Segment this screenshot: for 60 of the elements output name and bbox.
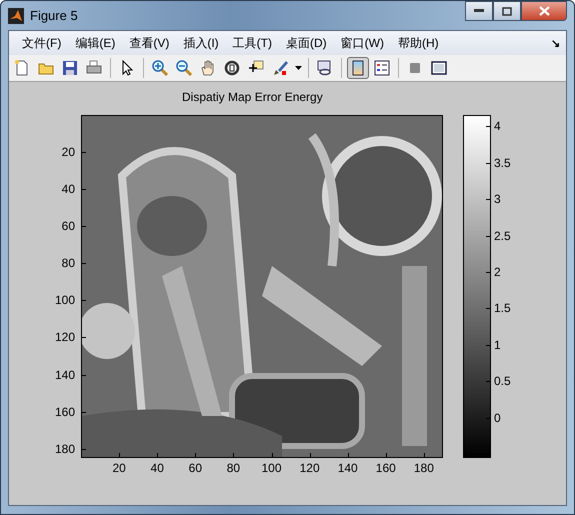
menu-item[interactable]: 窗口(W) xyxy=(334,34,391,52)
x-tick-label: 60 xyxy=(188,461,202,475)
print-icon xyxy=(86,60,102,76)
hand-icon xyxy=(200,60,216,76)
menu-item[interactable]: 编辑(E) xyxy=(68,34,122,52)
y-tick-label: 20 xyxy=(62,145,75,160)
x-tick-label: 160 xyxy=(376,461,396,475)
colorbar-tick-label: 0.5 xyxy=(494,374,511,388)
maximize-icon xyxy=(502,6,512,16)
y-tick-label: 100 xyxy=(54,293,75,308)
y-tick-label: 140 xyxy=(54,368,75,382)
new-file-icon xyxy=(14,60,30,76)
colorbar-tick-label: 2 xyxy=(494,265,501,279)
colorbar-tick-label: 4 xyxy=(494,119,501,134)
y-tick-label: 80 xyxy=(62,256,75,270)
colorbar-icon xyxy=(350,60,366,76)
menu-item[interactable]: 桌面(D) xyxy=(278,34,334,52)
menu-item[interactable]: 工具(T) xyxy=(226,34,279,52)
legend-icon xyxy=(374,60,390,76)
brush-icon xyxy=(272,60,288,76)
colorbar-tick-label: 1.5 xyxy=(494,301,511,316)
window-title: Figure 5 xyxy=(30,8,78,23)
zoom-out-icon xyxy=(176,60,192,76)
colorbar-tick-label: 3 xyxy=(494,192,501,206)
y-tick-label: 40 xyxy=(62,182,75,196)
dock-arrow[interactable]: ↘ xyxy=(551,36,560,50)
plot-title: Dispatiy Map Error Energy xyxy=(182,90,323,106)
menu-item[interactable]: 插入(I) xyxy=(176,34,226,52)
x-tick-label: 80 xyxy=(226,461,240,475)
rotate-icon xyxy=(224,60,240,76)
menu-item[interactable]: 文件(F) xyxy=(15,34,68,52)
window-icon xyxy=(431,60,447,76)
y-tick-label: 60 xyxy=(62,219,75,234)
close-button[interactable] xyxy=(521,1,567,21)
linked-plots-icon xyxy=(317,60,333,76)
save-icon xyxy=(62,60,78,76)
y-tick-label: 180 xyxy=(54,442,75,456)
zoom-in-icon xyxy=(152,60,168,76)
maximize-button[interactable] xyxy=(493,1,521,21)
x-tick-label: 140 xyxy=(338,461,358,475)
close-icon xyxy=(538,6,550,16)
x-tick-label: 40 xyxy=(150,461,164,475)
y-tick-label: 160 xyxy=(54,404,75,419)
x-tick-label: 20 xyxy=(112,461,126,475)
minimize-icon xyxy=(474,9,484,13)
x-tick-label: 120 xyxy=(300,461,320,475)
x-tick-label: 180 xyxy=(414,461,434,475)
x-tick-label: 100 xyxy=(262,461,282,475)
minimize-button[interactable] xyxy=(465,1,493,21)
menu-item[interactable]: 查看(V) xyxy=(122,34,176,52)
square-icon xyxy=(407,60,423,76)
y-tick-label: 120 xyxy=(54,330,75,344)
menu-item[interactable]: 帮助(H) xyxy=(390,34,446,52)
colorbar-tick-label: 2.5 xyxy=(494,228,511,243)
colorbar-tick-label: 1 xyxy=(494,338,501,352)
toolbar-button[interactable] xyxy=(347,57,369,79)
colorbar-tick-label: 0 xyxy=(494,410,501,425)
caret-icon xyxy=(294,66,302,70)
app-logo-icon xyxy=(8,8,24,24)
colorbar-tick-label: 3.5 xyxy=(494,156,511,170)
